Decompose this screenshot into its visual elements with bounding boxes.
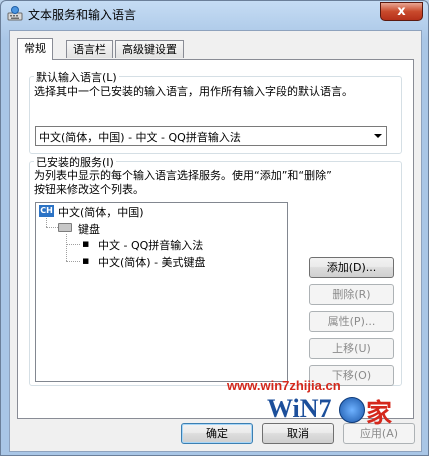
tab-panel-general: 默认输入语言(L) 选择其中一个已安装的输入语言，用作所有输入字段的默认语言。 … — [17, 59, 414, 419]
keyboard-globe-icon — [7, 6, 23, 21]
tab-general[interactable]: 常规 — [17, 38, 53, 60]
tree-item-service[interactable]: ▪ 中文 - QQ拼音输入法 — [82, 237, 262, 252]
installed-services-group: 已安装的服务(I) 为列表中显示的每个输入语言选择服务。使用“添加”和“删除” … — [29, 154, 402, 386]
installed-services-group-label: 已安装的服务(I) — [34, 154, 116, 170]
properties-button[interactable]: 属性(P)... — [309, 311, 394, 332]
tree-connector — [66, 261, 80, 262]
windows-orb-icon — [339, 397, 365, 423]
tab-advanced-key-settings[interactable]: 高级键设置 — [115, 40, 184, 58]
tree-item-keyboard[interactable]: 键盘 — [58, 220, 178, 236]
tree-connector — [46, 218, 47, 227]
title-bar[interactable]: 文本服务和输入语言 x — [1, 1, 428, 27]
move-up-button[interactable]: 上移(U) — [309, 338, 394, 359]
cancel-button[interactable]: 取消 — [262, 423, 334, 444]
default-language-group-label: 默认输入语言(L) — [34, 69, 119, 85]
watermark-logo: WiN7 — [267, 394, 332, 423]
dialog-client-area: 常规 语言栏 高级键设置 默认输入语言(L) 选择其中一个已安装的输入语言，用作… — [9, 30, 422, 452]
remove-button[interactable]: 删除(R) — [309, 284, 394, 305]
bullet-icon: ▪ — [82, 237, 90, 250]
tree-item-language[interactable]: CH 中文(简体，中国) — [36, 203, 236, 219]
watermark-url: www.win7zhijia.cn — [227, 378, 341, 393]
tree-keyboard-label: 键盘 — [78, 223, 100, 236]
tree-connector — [46, 227, 58, 228]
window-title: 文本服务和输入语言 — [28, 8, 137, 22]
ok-button[interactable]: 确定 — [181, 423, 253, 444]
close-button[interactable]: x — [380, 2, 423, 21]
installed-services-description-line1: 为列表中显示的每个输入语言选择服务。使用“添加”和“删除” — [34, 169, 332, 182]
default-language-description: 选择其中一个已安装的输入语言，用作所有输入字段的默认语言。 — [34, 85, 353, 98]
installed-services-description-line2: 按钮来修改这个列表。 — [34, 183, 144, 196]
chevron-down-icon — [374, 134, 382, 138]
tree-language-label: 中文(简体，中国) — [58, 206, 144, 219]
tab-language-bar[interactable]: 语言栏 — [66, 40, 113, 58]
tree-item-service[interactable]: ▪ 中文(简体) - 美式键盘 — [82, 254, 272, 269]
installed-services-tree[interactable]: CH 中文(简体，中国) 键盘 ▪ 中文 - QQ拼音输入法 ▪ 中文(简体) … — [35, 202, 288, 382]
add-button[interactable]: 添加(D)... — [309, 257, 394, 278]
language-badge-icon: CH — [39, 205, 54, 217]
tree-service-label: 中文 - QQ拼音输入法 — [98, 239, 204, 252]
default-language-group: 默认输入语言(L) 选择其中一个已安装的输入语言，用作所有输入字段的默认语言。 … — [29, 69, 402, 154]
watermark-suffix: 家 — [366, 399, 393, 429]
tree-connector — [66, 244, 80, 245]
tree-connector — [66, 234, 67, 261]
dialog-window: 文本服务和输入语言 x 常规 语言栏 高级键设置 默认输入语言(L) 选择其中一… — [0, 0, 429, 456]
default-language-selected: 中文(简体，中国) - 中文 - QQ拼音输入法 — [39, 131, 241, 144]
tree-service-label: 中文(简体) - 美式键盘 — [98, 256, 206, 269]
default-language-dropdown[interactable]: 中文(简体，中国) - 中文 - QQ拼音输入法 — [35, 126, 387, 146]
keyboard-icon — [58, 223, 72, 232]
bullet-icon: ▪ — [82, 254, 90, 267]
